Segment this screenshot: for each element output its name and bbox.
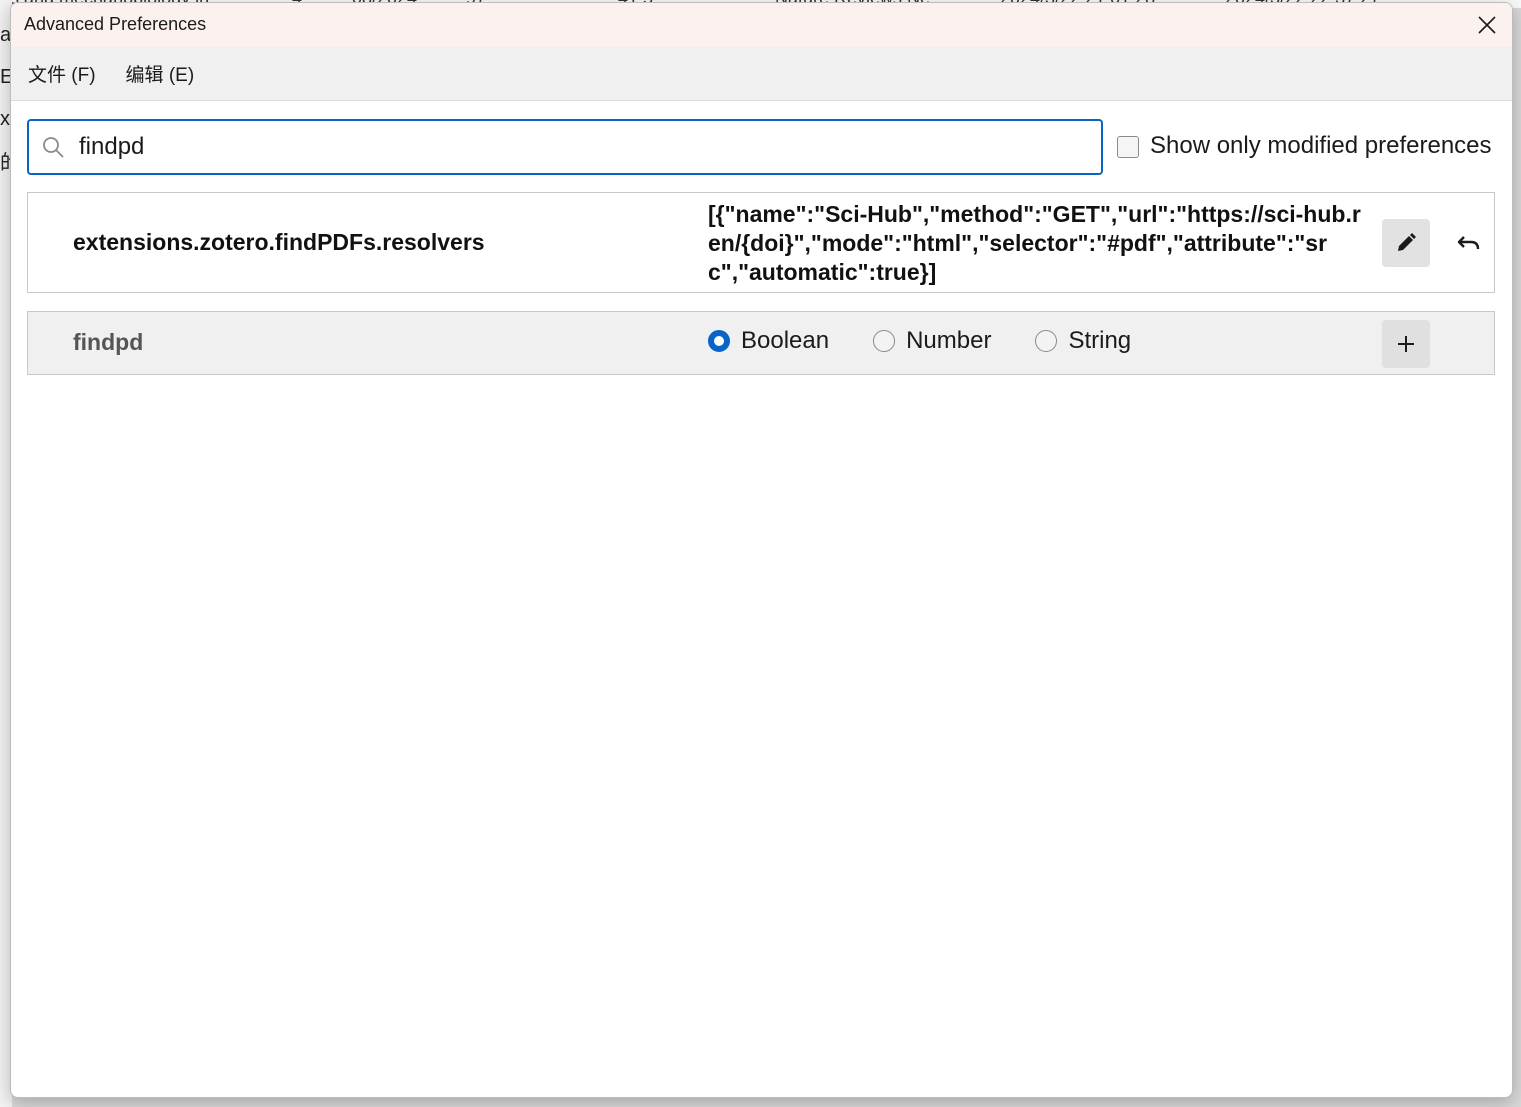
search-row: Show only modified preferences (27, 119, 1497, 177)
search-icon (43, 137, 64, 158)
add-button[interactable] (1382, 320, 1430, 368)
show-modified-checkbox[interactable] (1117, 136, 1139, 158)
preference-type-group: Boolean Number String (708, 327, 1175, 355)
radio-button[interactable] (1035, 330, 1058, 352)
preference-name: extensions.zotero.findPDFs.resolvers (73, 229, 485, 255)
plus-icon (1398, 336, 1414, 352)
type-string-radio[interactable]: String (1035, 327, 1131, 355)
type-number-label: Number (906, 327, 992, 354)
preference-value: [{"name":"Sci-Hub","method":"GET","url":… (708, 201, 1361, 285)
preferences-table: extensions.zotero.findPDFs.resolvers [{"… (27, 192, 1495, 375)
title-bar: Advanced Preferences (11, 3, 1512, 47)
new-preference-name: findpd (73, 329, 144, 355)
search-input[interactable] (77, 129, 1081, 165)
type-string-label: String (1068, 327, 1132, 354)
close-button[interactable] (1462, 3, 1512, 47)
search-box[interactable] (27, 119, 1103, 175)
type-boolean-radio[interactable]: Boolean (708, 327, 829, 355)
show-modified-label[interactable]: Show only modified preferences (1150, 132, 1492, 160)
radio-button[interactable] (873, 330, 896, 352)
menu-edit[interactable]: 编辑 (E) (126, 56, 195, 91)
window-title: Advanced Preferences (24, 14, 207, 34)
advanced-preferences-window: Advanced Preferences 文件 (F) 编辑 (E) Show … (10, 2, 1513, 1098)
undo-icon (1457, 236, 1480, 250)
edit-button[interactable] (1382, 219, 1430, 267)
type-number-radio[interactable]: Number (873, 327, 991, 355)
menu-file[interactable]: 文件 (F) (28, 56, 96, 91)
close-icon (1478, 16, 1496, 34)
pencil-icon (1398, 233, 1416, 251)
new-preference-row: findpd Boolean Number String (27, 311, 1495, 375)
type-boolean-label: Boolean (741, 327, 830, 354)
reset-button[interactable] (1444, 219, 1492, 267)
radio-button-checked[interactable] (708, 330, 730, 352)
menu-bar: 文件 (F) 编辑 (E) (11, 47, 1512, 101)
preference-row[interactable]: extensions.zotero.findPDFs.resolvers [{"… (27, 192, 1495, 293)
